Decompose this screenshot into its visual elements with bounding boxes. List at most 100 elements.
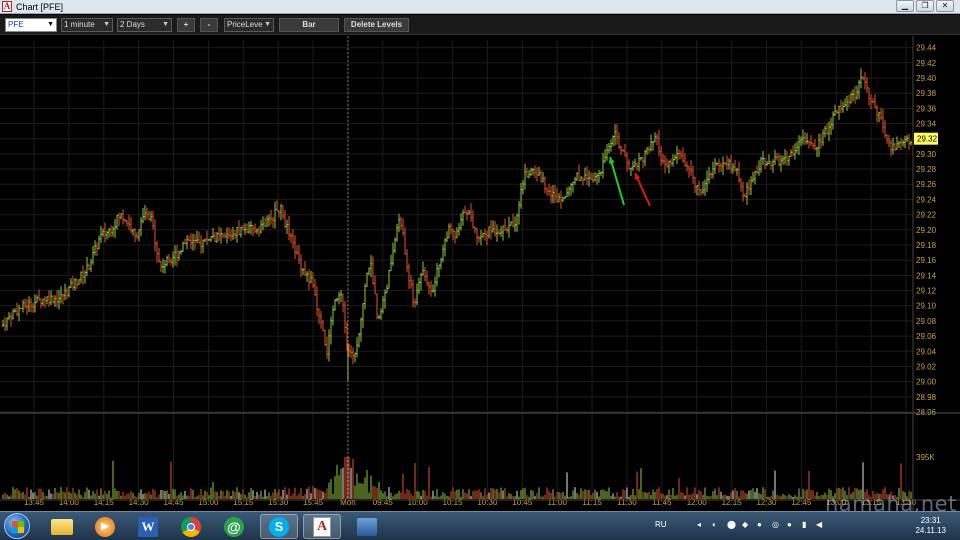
chrome-icon bbox=[181, 516, 201, 537]
chart-background bbox=[0, 36, 960, 511]
tray-app-icon[interactable]: ⬤ bbox=[727, 520, 736, 529]
start-button[interactable] bbox=[4, 513, 30, 539]
y-tick-label: 29.10 bbox=[916, 302, 937, 311]
y-tick-label: 29.12 bbox=[916, 287, 937, 296]
network-icon[interactable]: ▮ bbox=[802, 520, 806, 529]
tray-app-icon[interactable]: ◐ bbox=[712, 520, 717, 529]
x-tick-label: 13:45 bbox=[24, 498, 45, 507]
x-tick-label: 15:30 bbox=[268, 498, 289, 507]
x-tick-label: 11:15 bbox=[582, 498, 602, 507]
x-tick-label: 11:45 bbox=[652, 498, 672, 507]
trading-app-taskbar-button[interactable]: A bbox=[303, 514, 341, 539]
interval-combo[interactable]: 1 minute ▼ bbox=[61, 18, 113, 32]
watermark: namaha.net bbox=[825, 492, 957, 516]
y-tick-label: 29.16 bbox=[916, 256, 937, 265]
x-tick-label: 15:15 bbox=[233, 498, 254, 507]
maximize-icon[interactable]: ❐ bbox=[916, 0, 934, 12]
title-bar: A Chart [PFE] ▁ ❐ ✕ bbox=[0, 0, 960, 14]
y-tick-label: 29.04 bbox=[916, 347, 937, 356]
clock-date: 24.11.13 bbox=[915, 526, 946, 535]
bar-button[interactable]: Bar bbox=[279, 18, 339, 32]
interval-value: 1 minute bbox=[64, 20, 95, 29]
at-sign-icon: @ bbox=[224, 516, 244, 537]
mail-agent-taskbar-button[interactable]: @ bbox=[215, 514, 253, 539]
x-tick-label: Mon bbox=[340, 498, 356, 507]
y-tick-label: 29.06 bbox=[916, 332, 937, 341]
clock-time: 23:31 bbox=[920, 516, 941, 525]
x-tick-label: 15:00 bbox=[198, 498, 219, 507]
y-tick-label: 29.00 bbox=[916, 378, 937, 387]
tray-arrow-icon[interactable]: ◂ bbox=[697, 520, 701, 529]
word-icon: W bbox=[138, 516, 158, 537]
x-tick-label: 14:15 bbox=[94, 498, 115, 507]
y-tick-label: 29.26 bbox=[916, 180, 937, 189]
explorer-taskbar-button[interactable] bbox=[43, 514, 81, 539]
y-tick-label: 29.38 bbox=[916, 89, 937, 98]
clock[interactable]: 23:31 24.11.13 bbox=[915, 516, 946, 536]
close-icon[interactable]: ✕ bbox=[936, 0, 954, 12]
volume-icon[interactable]: ◀ bbox=[816, 520, 822, 529]
tray-app-icon[interactable]: ◎ bbox=[772, 520, 779, 529]
app-logo-icon: A bbox=[2, 1, 12, 12]
volume-tick-label: 395K bbox=[916, 453, 935, 462]
symbol-combo[interactable]: PFE ▼ bbox=[5, 18, 57, 32]
skype-taskbar-button[interactable]: S bbox=[260, 514, 298, 539]
y-tick-label: 29.42 bbox=[916, 59, 937, 68]
y-tick-label: 29.36 bbox=[916, 104, 937, 113]
chevron-down-icon: ▼ bbox=[264, 21, 271, 28]
skype-icon: S bbox=[269, 516, 289, 537]
x-tick-label: 15:45 bbox=[303, 498, 324, 507]
trading-app-icon: A bbox=[313, 516, 331, 537]
x-tick-label: 10:45 bbox=[512, 498, 533, 507]
y-tick-label: 29.14 bbox=[916, 271, 937, 280]
reader-taskbar-button[interactable] bbox=[348, 514, 386, 539]
y-tick-label: 28.98 bbox=[916, 393, 937, 402]
zoom-in-button[interactable]: + bbox=[177, 18, 195, 32]
window-controls: ▁ ❐ ✕ bbox=[896, 0, 954, 12]
taskbar: ▶ W @ S A RU ◂ ◐ ⬤ ◆ ● ◎ ● ▮ ◀ 23:31 24.… bbox=[0, 511, 960, 540]
y-tick-label: 29.24 bbox=[916, 195, 937, 204]
tray-app-icon[interactable]: ◆ bbox=[742, 520, 748, 529]
range-value: 2 Days bbox=[120, 20, 145, 29]
y-tick-label: 29.30 bbox=[916, 150, 937, 159]
chrome-taskbar-button[interactable] bbox=[172, 514, 210, 539]
delete-levels-button[interactable]: Delete Levels bbox=[344, 18, 409, 32]
study-value: PriceLeve bbox=[227, 20, 263, 29]
price-chart[interactable]: 29.44 29.42 29.40 29.38 29.36 29.34 29.32 29.30… bbox=[0, 36, 960, 511]
media-player-taskbar-button[interactable]: ▶ bbox=[86, 514, 124, 539]
zoom-out-button[interactable]: - bbox=[200, 18, 218, 32]
study-combo[interactable]: PriceLeve ▼ bbox=[224, 18, 274, 32]
y-tick-label: 29.18 bbox=[916, 241, 937, 250]
y-tick-label: 29.40 bbox=[916, 74, 937, 83]
tray-app-icon[interactable]: ● bbox=[787, 520, 792, 529]
x-tick-label: 12:45 bbox=[791, 498, 812, 507]
symbol-value: PFE bbox=[8, 20, 24, 29]
book-icon bbox=[357, 517, 377, 536]
x-tick-label: 14:45 bbox=[164, 498, 185, 507]
y-tick-label: 29.44 bbox=[916, 44, 937, 53]
app-root: A Chart [PFE] ▁ ❐ ✕ PFE ▼ 1 minute ▼ 2 D… bbox=[0, 0, 960, 540]
windows-logo-icon bbox=[12, 521, 24, 533]
language-indicator[interactable]: RU bbox=[655, 520, 667, 529]
y-tick-label: 29.28 bbox=[916, 165, 937, 174]
minimize-icon[interactable]: ▁ bbox=[896, 0, 914, 12]
x-tick-label: 11:00 bbox=[547, 498, 567, 507]
x-tick-label: 12:00 bbox=[687, 498, 708, 507]
range-combo[interactable]: 2 Days ▼ bbox=[117, 18, 172, 32]
chevron-down-icon: ▼ bbox=[103, 21, 110, 28]
y-tick-label: 29.02 bbox=[916, 362, 937, 371]
y-tick-label: 29.34 bbox=[916, 120, 937, 129]
x-tick-label: 12:30 bbox=[756, 498, 777, 507]
y-tick-label: 29.22 bbox=[916, 211, 937, 220]
word-taskbar-button[interactable]: W bbox=[129, 514, 167, 539]
tray-app-icon[interactable]: ● bbox=[757, 520, 762, 529]
x-tick-label: 12:15 bbox=[722, 498, 743, 507]
media-player-icon: ▶ bbox=[95, 516, 115, 537]
y-tick-label: 29.08 bbox=[916, 317, 937, 326]
x-tick-label: 14:30 bbox=[129, 498, 150, 507]
x-tick-label: 10:15 bbox=[443, 498, 464, 507]
x-tick-label: 11:30 bbox=[617, 498, 637, 507]
x-tick-label: 10:30 bbox=[477, 498, 498, 507]
y-tick-label: 29.20 bbox=[916, 226, 937, 235]
last-price-label: 29.32 bbox=[917, 135, 938, 144]
